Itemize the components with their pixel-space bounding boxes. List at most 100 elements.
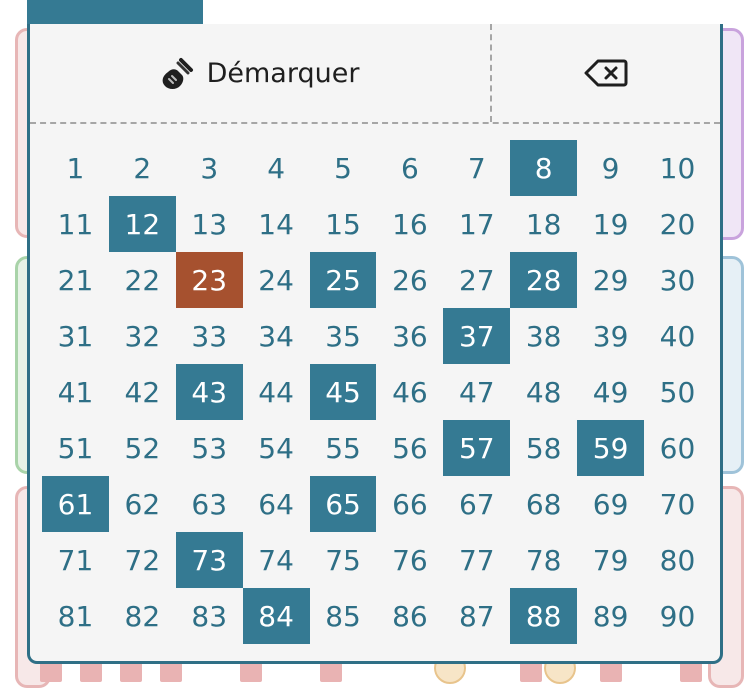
number-cell[interactable]: 69	[577, 476, 644, 532]
number-cell[interactable]: 88	[510, 588, 578, 644]
number-cell[interactable]: 27	[443, 252, 510, 308]
number-cell[interactable]: 83	[176, 588, 243, 644]
number-cell[interactable]: 72	[109, 532, 176, 588]
number-cell[interactable]: 21	[42, 252, 109, 308]
number-cell[interactable]: 53	[176, 420, 243, 476]
number-cell[interactable]: 12	[108, 196, 176, 252]
number-cell[interactable]: 87	[443, 588, 510, 644]
number-cell[interactable]: 44	[243, 364, 310, 420]
tab-inactive[interactable]	[203, 0, 723, 26]
number-cell[interactable]: 64	[243, 476, 310, 532]
number-cell[interactable]: 16	[376, 196, 443, 252]
number-cell[interactable]: 74	[243, 532, 310, 588]
number-cell[interactable]: 14	[243, 196, 310, 252]
number-cell[interactable]: 48	[510, 364, 577, 420]
number-cell[interactable]: 50	[644, 364, 711, 420]
number-cell[interactable]: 24	[243, 252, 310, 308]
number-cell[interactable]: 8	[510, 140, 578, 196]
number-cell[interactable]: 58	[510, 420, 577, 476]
backspace-button[interactable]	[492, 24, 720, 122]
number-cell[interactable]: 71	[42, 532, 109, 588]
number-cell[interactable]: 68	[510, 476, 577, 532]
number-cell[interactable]: 66	[376, 476, 443, 532]
number-cell[interactable]: 4	[243, 140, 310, 196]
number-cell[interactable]: 1	[42, 140, 109, 196]
number-cell[interactable]: 9	[577, 140, 644, 196]
number-cell[interactable]: 29	[577, 252, 644, 308]
number-cell[interactable]: 20	[644, 196, 711, 252]
number-cell[interactable]: 54	[243, 420, 310, 476]
number-cell[interactable]: 41	[42, 364, 109, 420]
number-cell[interactable]: 57	[443, 420, 511, 476]
number-cell[interactable]: 81	[42, 588, 109, 644]
number-cell[interactable]: 34	[243, 308, 310, 364]
number-cell[interactable]: 42	[109, 364, 176, 420]
number-cell[interactable]: 2	[109, 140, 176, 196]
number-cell[interactable]: 76	[376, 532, 443, 588]
number-cell[interactable]: 32	[109, 308, 176, 364]
number-cell[interactable]: 90	[644, 588, 711, 644]
number-cell[interactable]: 37	[443, 308, 511, 364]
number-cell[interactable]: 89	[577, 588, 644, 644]
number-cell[interactable]: 62	[109, 476, 176, 532]
action-bar: Démarquer	[30, 24, 720, 124]
number-cell[interactable]: 61	[42, 476, 109, 532]
number-cell[interactable]: 38	[510, 308, 577, 364]
number-cell[interactable]: 60	[644, 420, 711, 476]
number-cell[interactable]: 49	[577, 364, 644, 420]
tab-strip	[27, 0, 723, 26]
number-cell[interactable]: 43	[175, 364, 243, 420]
number-cell[interactable]: 13	[176, 196, 243, 252]
number-cell[interactable]: 36	[376, 308, 443, 364]
number-cell[interactable]: 5	[310, 140, 377, 196]
number-cell[interactable]: 3	[176, 140, 243, 196]
number-cell[interactable]: 75	[310, 532, 377, 588]
number-cell[interactable]: 40	[644, 308, 711, 364]
number-cell[interactable]: 65	[309, 476, 377, 532]
number-cell[interactable]: 79	[577, 532, 644, 588]
number-cell[interactable]: 56	[376, 420, 443, 476]
number-cell[interactable]: 26	[376, 252, 443, 308]
number-cell[interactable]: 10	[644, 140, 711, 196]
number-cell[interactable]: 28	[510, 252, 578, 308]
number-cell[interactable]: 70	[644, 476, 711, 532]
number-cell[interactable]: 11	[42, 196, 109, 252]
number-cell[interactable]: 51	[42, 420, 109, 476]
number-cell[interactable]: 22	[109, 252, 176, 308]
number-cell[interactable]: 15	[310, 196, 377, 252]
number-cell[interactable]: 59	[577, 420, 645, 476]
number-cell[interactable]: 33	[176, 308, 243, 364]
number-cell[interactable]: 6	[376, 140, 443, 196]
number-picker-popup: Démarquer 1 2 3 4 5 6 7 8 9 10 11 12 13 14 15 16 17 18 19 2…	[27, 24, 723, 664]
number-cell[interactable]: 55	[310, 420, 377, 476]
number-cell[interactable]: 25	[309, 252, 377, 308]
number-grid: 1 2 3 4 5 6 7 8 9 10 11 12 13 14 15 16 17 18 19 20 21 22 23 24 2…	[42, 140, 711, 644]
number-cell[interactable]: 84	[242, 588, 310, 644]
number-cell[interactable]: 45	[309, 364, 377, 420]
number-cell[interactable]: 23	[175, 252, 243, 308]
number-cell[interactable]: 47	[443, 364, 510, 420]
unmark-label: Démarquer	[206, 57, 360, 89]
number-cell[interactable]: 39	[577, 308, 644, 364]
backspace-icon	[584, 58, 628, 88]
number-cell[interactable]: 86	[376, 588, 443, 644]
number-cell[interactable]: 7	[443, 140, 510, 196]
unmark-button[interactable]: Démarquer	[30, 24, 492, 122]
number-cell[interactable]: 63	[176, 476, 243, 532]
number-cell[interactable]: 85	[310, 588, 377, 644]
number-cell[interactable]: 67	[443, 476, 510, 532]
number-cell[interactable]: 31	[42, 308, 109, 364]
number-cell[interactable]: 78	[510, 532, 577, 588]
number-cell[interactable]: 18	[510, 196, 577, 252]
number-cell[interactable]: 77	[443, 532, 510, 588]
number-cell[interactable]: 35	[310, 308, 377, 364]
number-cell[interactable]: 52	[109, 420, 176, 476]
number-cell[interactable]: 46	[376, 364, 443, 420]
number-cell[interactable]: 80	[644, 532, 711, 588]
number-cell[interactable]: 82	[109, 588, 176, 644]
tab-active[interactable]	[27, 0, 203, 26]
number-cell[interactable]: 73	[175, 532, 243, 588]
number-cell[interactable]: 30	[644, 252, 711, 308]
number-cell[interactable]: 17	[443, 196, 510, 252]
number-cell[interactable]: 19	[577, 196, 644, 252]
